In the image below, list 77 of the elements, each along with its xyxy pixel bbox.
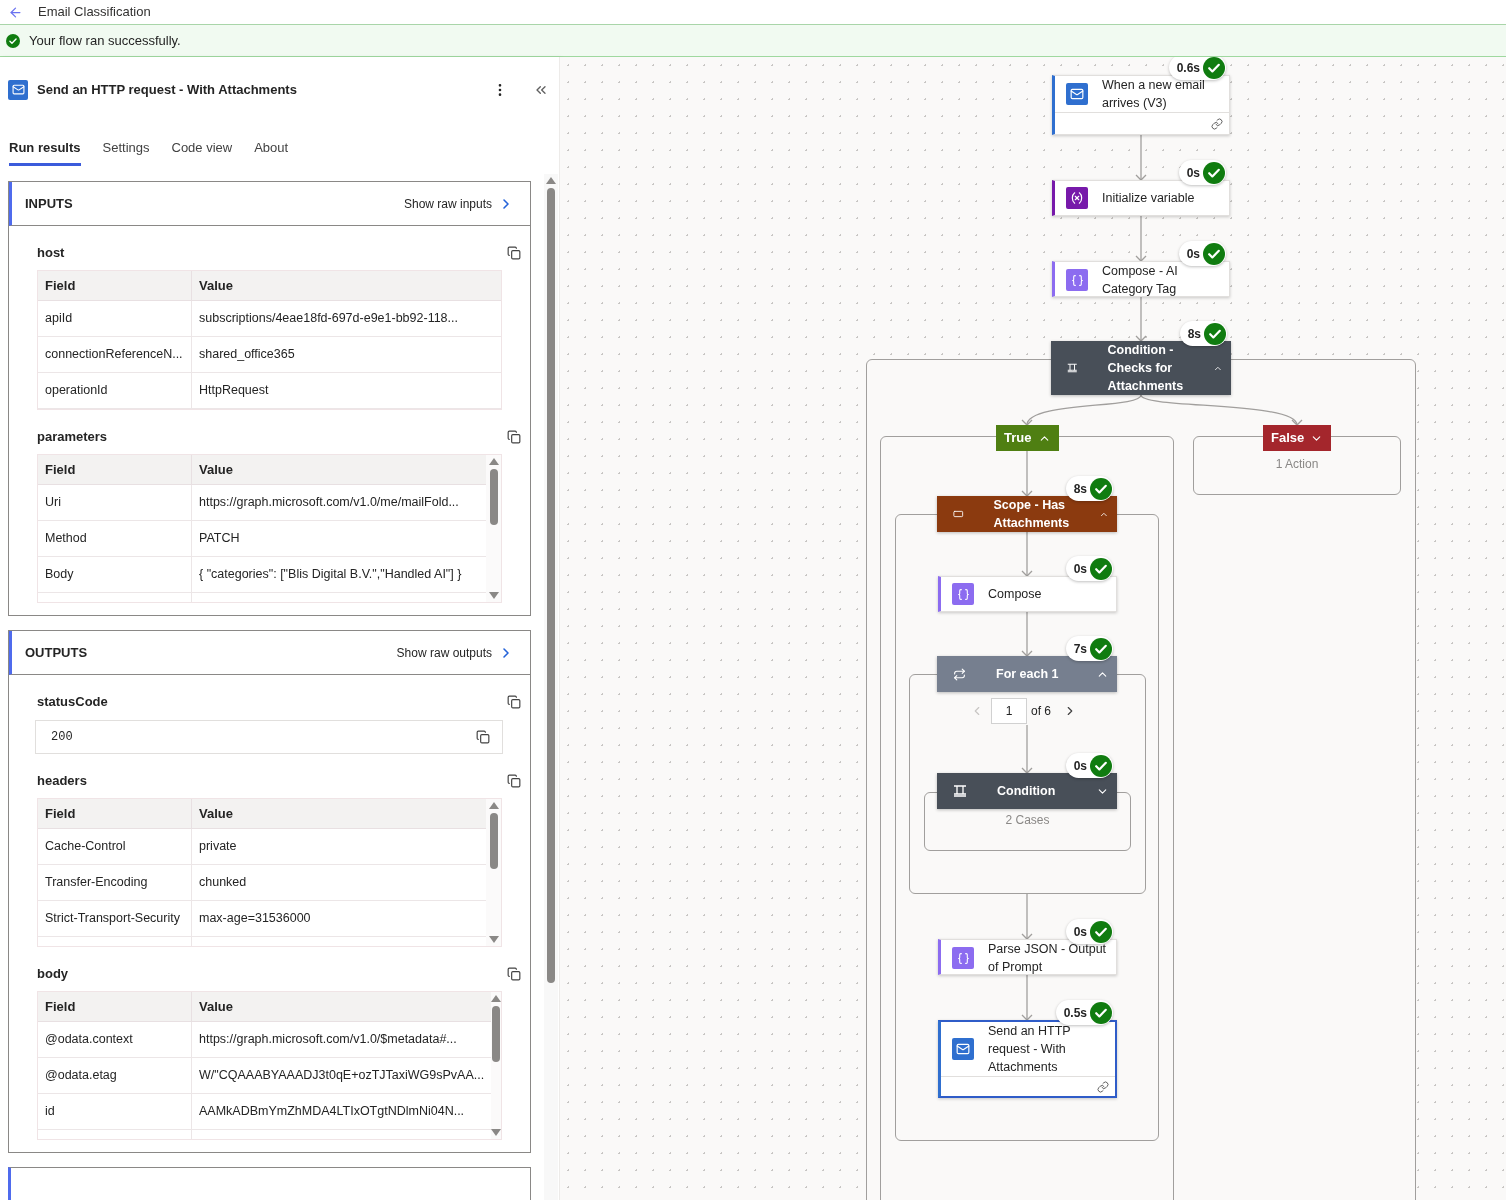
node-title: Parse JSON - Output of Prompt (988, 941, 1108, 976)
column-header: Value (199, 804, 233, 823)
table-cell-text: max-age=31536000 (199, 910, 311, 928)
table-cell-text: https://graph.microsoft.com/v1.0/me/mailFold... (199, 494, 459, 512)
duration-badge: 8s (1179, 321, 1227, 346)
column-header: Field (45, 804, 76, 823)
table-cell-text: HttpRequest (199, 382, 269, 400)
page-field[interactable]: 1 (991, 698, 1027, 724)
table-cell-text: apiId (45, 310, 73, 328)
section-label: headers (37, 772, 87, 791)
action-card[interactable]: Parse JSON - Output of Prompt (938, 939, 1117, 975)
table-cell-text: { "categories": ["Blis Digital B.V.","Handled AI"] } (199, 566, 462, 584)
section-label: statusCode (37, 693, 108, 712)
tab[interactable]: Code view (171, 130, 233, 166)
table-cell-text: connectionReferenceN... (45, 346, 183, 364)
card-heading: OUTPUTS (25, 643, 88, 662)
action-card[interactable]: When a new email arrives (V3) (1052, 75, 1230, 135)
container-header[interactable]: Scope - Has Attachments (937, 496, 1117, 532)
duration-badge: 0.6s (1168, 57, 1226, 80)
table-cell-text: Body (45, 566, 74, 584)
duration-badge: 0s (1178, 160, 1226, 185)
show-raw-link[interactable]: Show raw inputs (403, 194, 514, 213)
column-header: Value (199, 460, 233, 479)
table-cell-text: shared_office365 (199, 346, 295, 364)
container-header[interactable]: Condition (937, 773, 1117, 809)
node-title: For each 1 (996, 666, 1060, 683)
table-cell-text: id (45, 1103, 55, 1121)
panel-title: Send an HTTP request - With Attachments (37, 80, 298, 99)
action-card[interactable]: Initialize variable (1052, 180, 1230, 216)
duration-badge: 0s (1178, 241, 1226, 266)
table-cell-text: AAMkADBmYmZhMDA4LTIxOTgtNDlmNi04N... (199, 1103, 465, 1121)
table-cell-text: subscriptions/4eae18fd-697d-e9e1-bb92-118... (199, 310, 458, 328)
table-cell-text: Uri (45, 494, 61, 512)
action-card[interactable]: Compose - AI Category Tag (1052, 261, 1230, 297)
section-label: parameters (37, 428, 108, 447)
table-cell-text: @odata.context (45, 1031, 133, 1049)
collapsed-summary: 2 Cases (1005, 812, 1050, 827)
node-title: Compose - AI Category Tag (1102, 263, 1179, 298)
section-label: host (37, 244, 65, 263)
node-title: When a new email arrives (V3) (1102, 77, 1206, 112)
table-cell-text: Cache-Control (45, 838, 126, 856)
table-cell-text: chunked (199, 874, 247, 892)
section-label: body (37, 965, 69, 984)
code-field: 200 (35, 720, 503, 754)
branch-label[interactable]: True (996, 425, 1059, 451)
tab[interactable]: Run results (9, 130, 81, 166)
action-card[interactable]: Send an HTTP request - With Attachments (938, 1020, 1117, 1098)
table-cell-text: Method (45, 530, 87, 548)
tab[interactable]: About (254, 130, 289, 166)
collapsed-summary: 1 Action (1275, 456, 1319, 471)
column-header: Field (45, 460, 76, 479)
page-total: of 6 (1031, 703, 1051, 720)
column-header: Value (199, 276, 233, 295)
column-header: Field (45, 997, 76, 1016)
table-cell-text: https://graph.microsoft.com/v1.0/$metadata#... (199, 1031, 457, 1049)
table-cell-text: Strict-Transport-Security (45, 910, 180, 928)
flow-title: Email Classification (38, 3, 151, 22)
branch-label[interactable]: False (1263, 425, 1331, 451)
node-title: Send an HTTP request - With Attachments (988, 1023, 1072, 1076)
show-raw-link[interactable]: Show raw outputs (396, 643, 514, 662)
table-cell-text: private (199, 838, 237, 856)
node-title: Compose (988, 586, 1042, 603)
column-header: Value (199, 997, 233, 1016)
container-header[interactable]: Condition - Checks for Attachments (1051, 341, 1231, 395)
banner-message: Your flow ran successfully. (29, 31, 181, 50)
column-header: Field (45, 276, 76, 295)
action-card[interactable]: Compose (938, 576, 1117, 612)
node-title: Condition (997, 783, 1057, 800)
table-cell-text: PATCH (199, 530, 240, 548)
card-heading: INPUTS (25, 194, 73, 213)
table-cell-text: W/"CQAAABYAAADJ3t0qE+ozTJTaxiWG9sPvAA... (199, 1067, 485, 1085)
tab[interactable]: Settings (102, 130, 150, 166)
node-title: Initialize variable (1102, 190, 1195, 207)
table-cell-text: operationId (45, 382, 108, 400)
table-cell-text: @odata.etag (45, 1067, 117, 1085)
table-cell-text: Transfer-Encoding (45, 874, 148, 892)
container-header[interactable]: For each 1 (937, 656, 1117, 692)
